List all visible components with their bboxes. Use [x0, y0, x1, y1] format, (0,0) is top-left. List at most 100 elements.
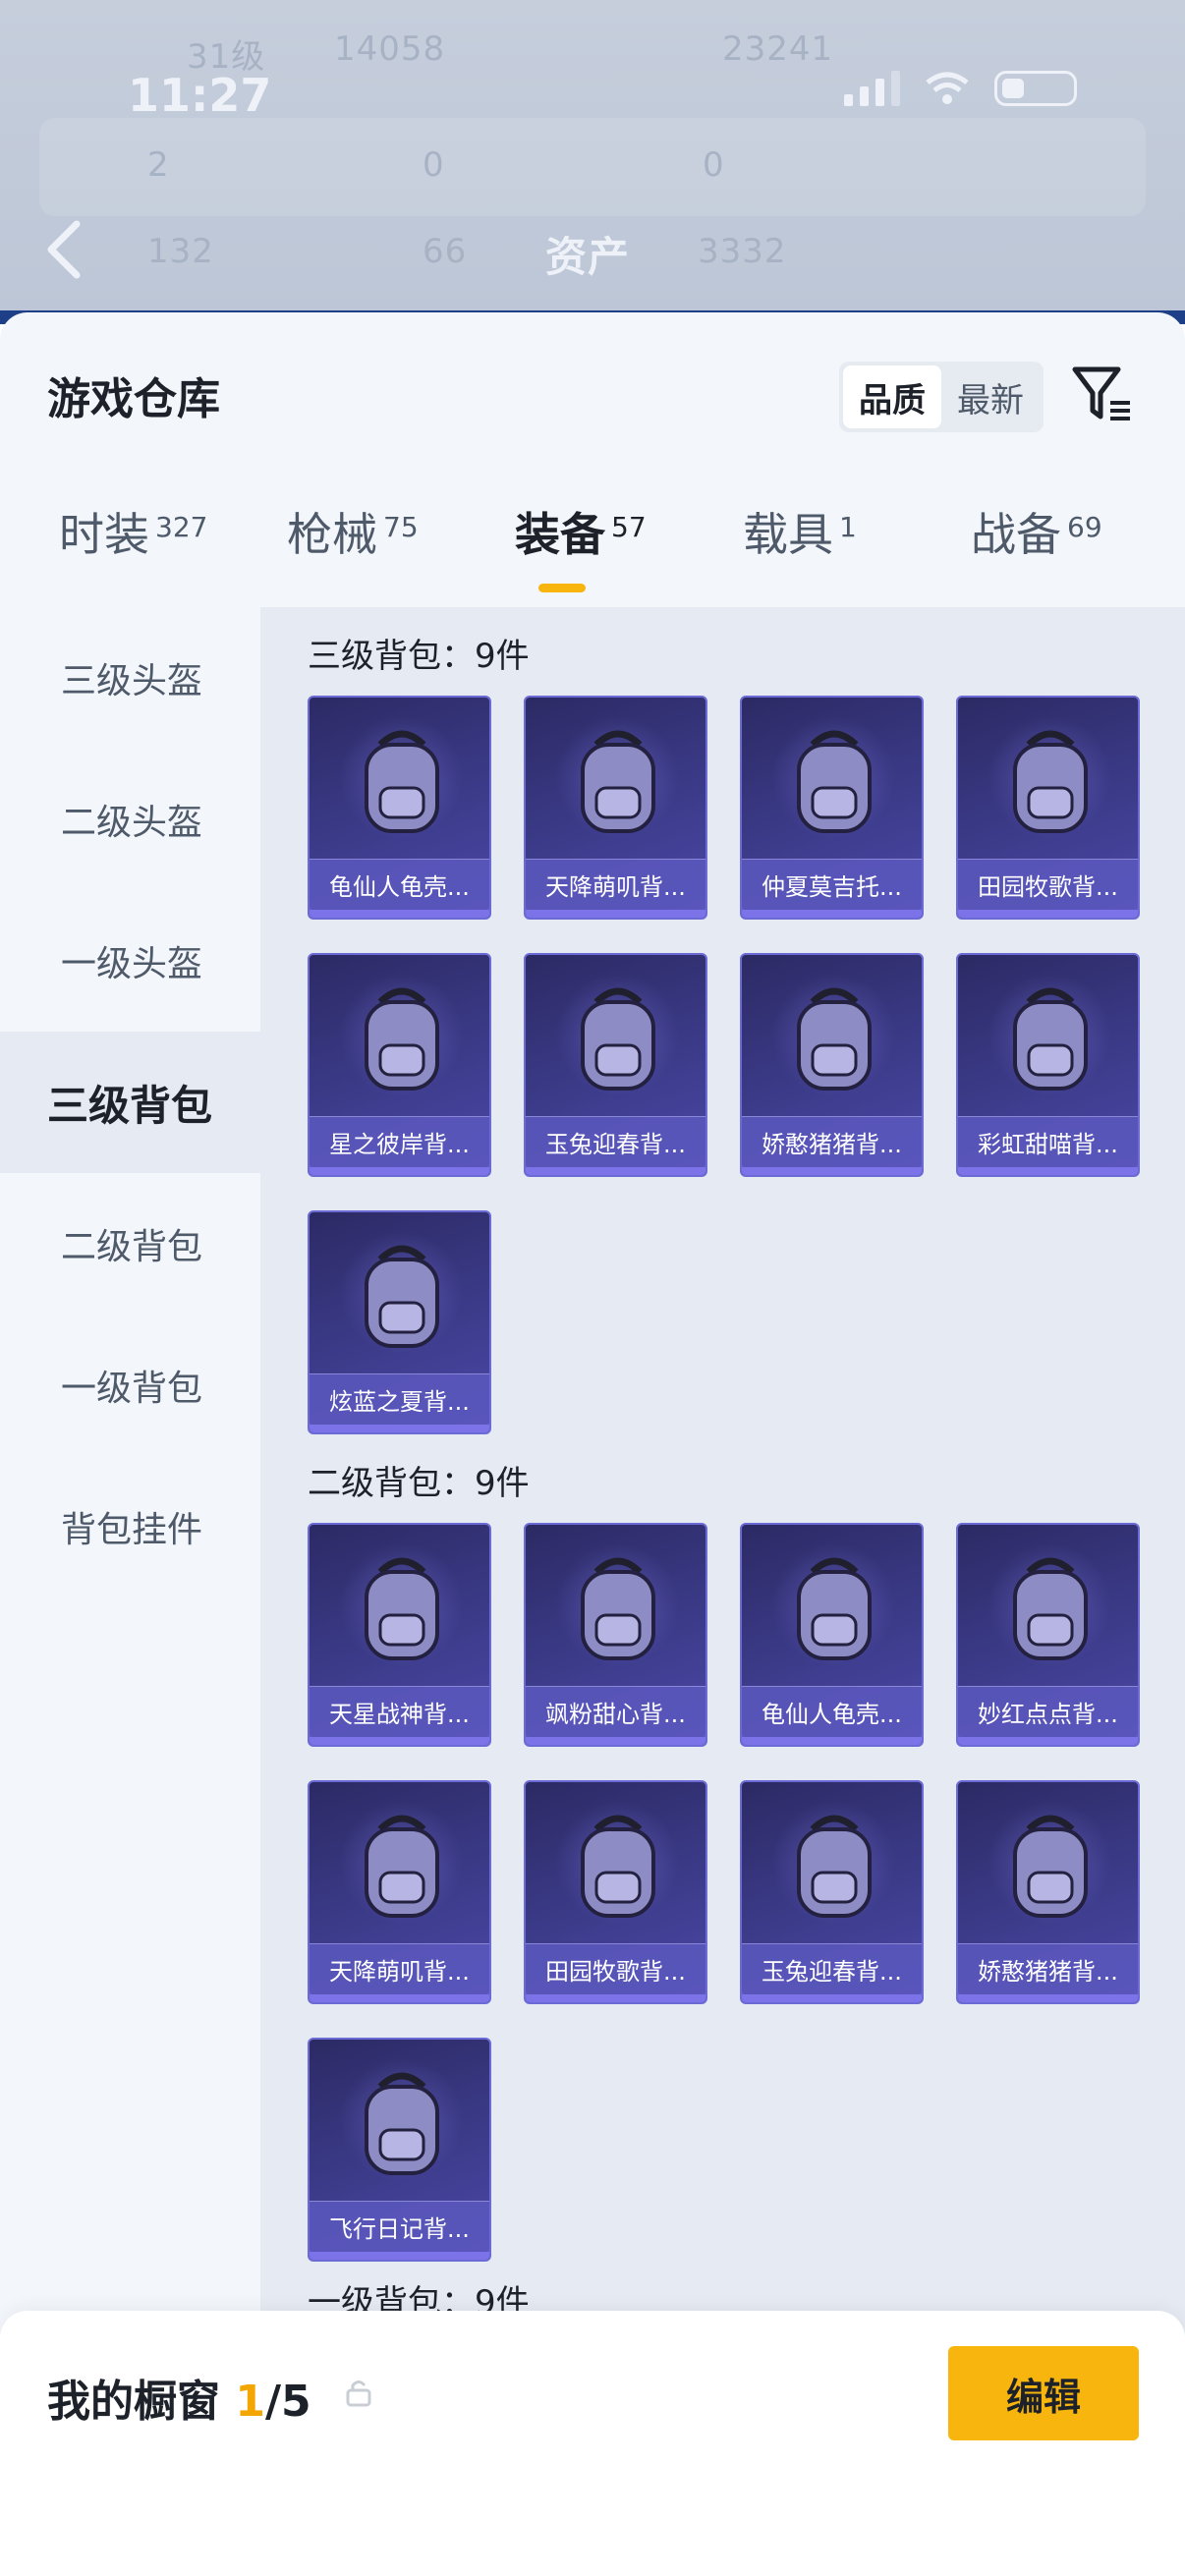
backpack-card[interactable]: 仲夏莫吉托... — [740, 696, 924, 920]
showcase-bar: 我的橱窗 1/5 编辑 — [0, 2311, 1185, 2576]
showcase-current: 1 — [235, 2377, 265, 2427]
back-arrow-icon[interactable] — [43, 218, 86, 281]
wifi-icon — [926, 72, 969, 104]
ghost-stat-d: 132 — [147, 232, 214, 271]
backpack-card-label: 田园牧歌背... — [526, 1943, 705, 1994]
ghost-views: 14058 — [334, 29, 446, 69]
tab-fashion-count: 327 — [155, 511, 208, 543]
backpack-card[interactable]: 田园牧歌背... — [524, 1780, 707, 2004]
backpack-card[interactable]: 龟仙人龟壳... — [308, 696, 491, 920]
backpack-card-label: 飒粉甜心背... — [526, 1686, 705, 1737]
ghost-stat-c: 0 — [703, 145, 725, 185]
edit-button[interactable]: 编辑 — [948, 2346, 1139, 2440]
sidebar-item-backpack-3[interactable]: 三级背包 — [0, 1032, 260, 1173]
tab-fashion[interactable]: 时装 327 — [59, 499, 207, 564]
signal-icon — [844, 71, 900, 106]
backpack-icon — [797, 1815, 872, 1918]
backpack-card-label: 妙红点点背... — [958, 1686, 1138, 1737]
backpack-card[interactable]: 天星战神背... — [308, 1523, 491, 1747]
backpack-icon — [1013, 1815, 1088, 1918]
ghost-stat-b: 0 — [423, 145, 445, 185]
backpack-icon — [1013, 730, 1088, 833]
backpack-card[interactable]: 飞行日记背... — [308, 2038, 491, 2262]
backpack-card[interactable]: 星之彼岸背... — [308, 953, 491, 1177]
backpack-card-label: 炫蓝之夏背... — [310, 1373, 489, 1425]
backpack-card-label: 田园牧歌背... — [958, 859, 1138, 910]
backpack-card[interactable]: 飒粉甜心背... — [524, 1523, 707, 1747]
status-time: 11:27 — [128, 69, 272, 122]
showcase-title: 我的橱窗 1/5 — [47, 2377, 311, 2427]
backpack-card[interactable]: 妙红点点背... — [956, 1523, 1140, 1747]
tab-equipment[interactable]: 装备 57 — [515, 499, 647, 564]
sort-toggle[interactable]: 品质 最新 — [839, 362, 1044, 432]
backpack-card[interactable]: 娇憨猪猪背... — [740, 953, 924, 1177]
backpack-card-label: 天降萌叽背... — [526, 859, 705, 910]
backpack-card-label: 娇憨猪猪背... — [958, 1943, 1138, 1994]
backpack-icon — [1013, 987, 1088, 1091]
backpack-icon — [365, 987, 439, 1091]
status-icons — [844, 71, 1077, 106]
section-title: 三级背包：9件 — [308, 637, 530, 676]
filter-icon[interactable] — [1069, 362, 1134, 426]
tab-guns[interactable]: 枪械 75 — [287, 499, 419, 564]
category-tabs: 时装 327 枪械 75 装备 57 载具 1 战备 69 — [0, 499, 1185, 607]
backpack-card[interactable]: 彩虹甜喵背... — [956, 953, 1140, 1177]
tab-guns-count: 75 — [383, 511, 419, 543]
warehouse-sheet: 游戏仓库 品质 最新 时装 327 枪械 75 装备 57 载具 1 战备 69 三级头盔… — [0, 312, 1185, 2576]
backpack-card[interactable]: 炫蓝之夏背... — [308, 1210, 491, 1434]
backpack-icon — [365, 2072, 439, 2175]
backpack-card-label: 彩虹甜喵背... — [958, 1116, 1138, 1167]
tab-combat[interactable]: 战备 69 — [971, 499, 1102, 564]
tab-vehicles-count: 1 — [839, 511, 857, 543]
backpack-icon — [581, 987, 655, 1091]
background-profile-page: 31级 14058 23241 2 0 0 132 66 资产 3332 11:… — [0, 0, 1185, 324]
backpack-card-label: 玉兔迎春背... — [526, 1116, 705, 1167]
backpack-card[interactable]: 田园牧歌背... — [956, 696, 1140, 920]
page-title: 游戏仓库 — [47, 374, 220, 424]
ghost-stats-row — [39, 118, 1146, 216]
item-grid: 三级背包：9件 龟仙人龟壳... 天降萌叽背... 仲夏莫吉托... 田园牧歌背...… — [260, 607, 1185, 2435]
backpack-card[interactable]: 天降萌叽背... — [308, 1780, 491, 2004]
backpack-card[interactable]: 玉兔迎春背... — [740, 1780, 924, 2004]
sidebar-item-backpack-1[interactable]: 一级背包 — [0, 1315, 260, 1456]
backpack-icon — [581, 730, 655, 833]
backpack-icon — [797, 730, 872, 833]
backpack-card-label: 玉兔迎春背... — [742, 1943, 922, 1994]
showcase-total: /5 — [264, 2377, 311, 2427]
backpack-icon — [365, 730, 439, 833]
sidebar-item-pendants[interactable]: 背包挂件 — [0, 1456, 260, 1597]
backpack-icon — [581, 1815, 655, 1918]
sidebar-item-helmet-1[interactable]: 一级头盔 — [0, 890, 260, 1032]
backpack-icon — [581, 1557, 655, 1660]
ghost-stat-a: 2 — [147, 145, 170, 185]
backpack-card-label: 龟仙人龟壳... — [310, 859, 489, 910]
backpack-card[interactable]: 龟仙人龟壳... — [740, 1523, 924, 1747]
backpack-icon — [365, 1245, 439, 1348]
ghost-stat-e: 66 — [423, 232, 468, 271]
backpack-card-label: 仲夏莫吉托... — [742, 859, 922, 910]
backpack-icon — [797, 1557, 872, 1660]
sidebar-item-backpack-2[interactable]: 二级背包 — [0, 1173, 260, 1315]
ghost-stat-f: 3332 — [698, 232, 787, 271]
sidebar-item-helmet-3[interactable]: 三级头盔 — [0, 607, 260, 749]
backpack-icon — [365, 1557, 439, 1660]
backpack-card-label: 天降萌叽背... — [310, 1943, 489, 1994]
backpack-icon — [1013, 1557, 1088, 1660]
tab-equipment-count: 57 — [611, 511, 647, 543]
backpack-card[interactable]: 天降萌叽背... — [524, 696, 707, 920]
lock-icon — [346, 2380, 371, 2407]
sort-option-quality[interactable]: 品质 — [843, 365, 941, 428]
backpack-card-label: 龟仙人龟壳... — [742, 1686, 922, 1737]
sidebar-item-helmet-2[interactable]: 二级头盔 — [0, 749, 260, 890]
backpack-card[interactable]: 娇憨猪猪背... — [956, 1780, 1140, 2004]
ghost-title: 资产 — [545, 233, 631, 281]
backpack-card[interactable]: 玉兔迎春背... — [524, 953, 707, 1177]
tab-vehicles[interactable]: 载具 1 — [743, 499, 857, 564]
tab-combat-count: 69 — [1067, 511, 1102, 543]
backpack-icon — [365, 1815, 439, 1918]
sidebar: 三级头盔 二级头盔 一级头盔 三级背包 二级背包 一级背包 背包挂件 — [0, 607, 260, 2435]
backpack-card-label: 飞行日记背... — [310, 2201, 489, 2252]
battery-icon — [994, 71, 1077, 106]
backpack-card-label: 天星战神背... — [310, 1686, 489, 1737]
sort-option-newest[interactable]: 最新 — [941, 365, 1040, 428]
